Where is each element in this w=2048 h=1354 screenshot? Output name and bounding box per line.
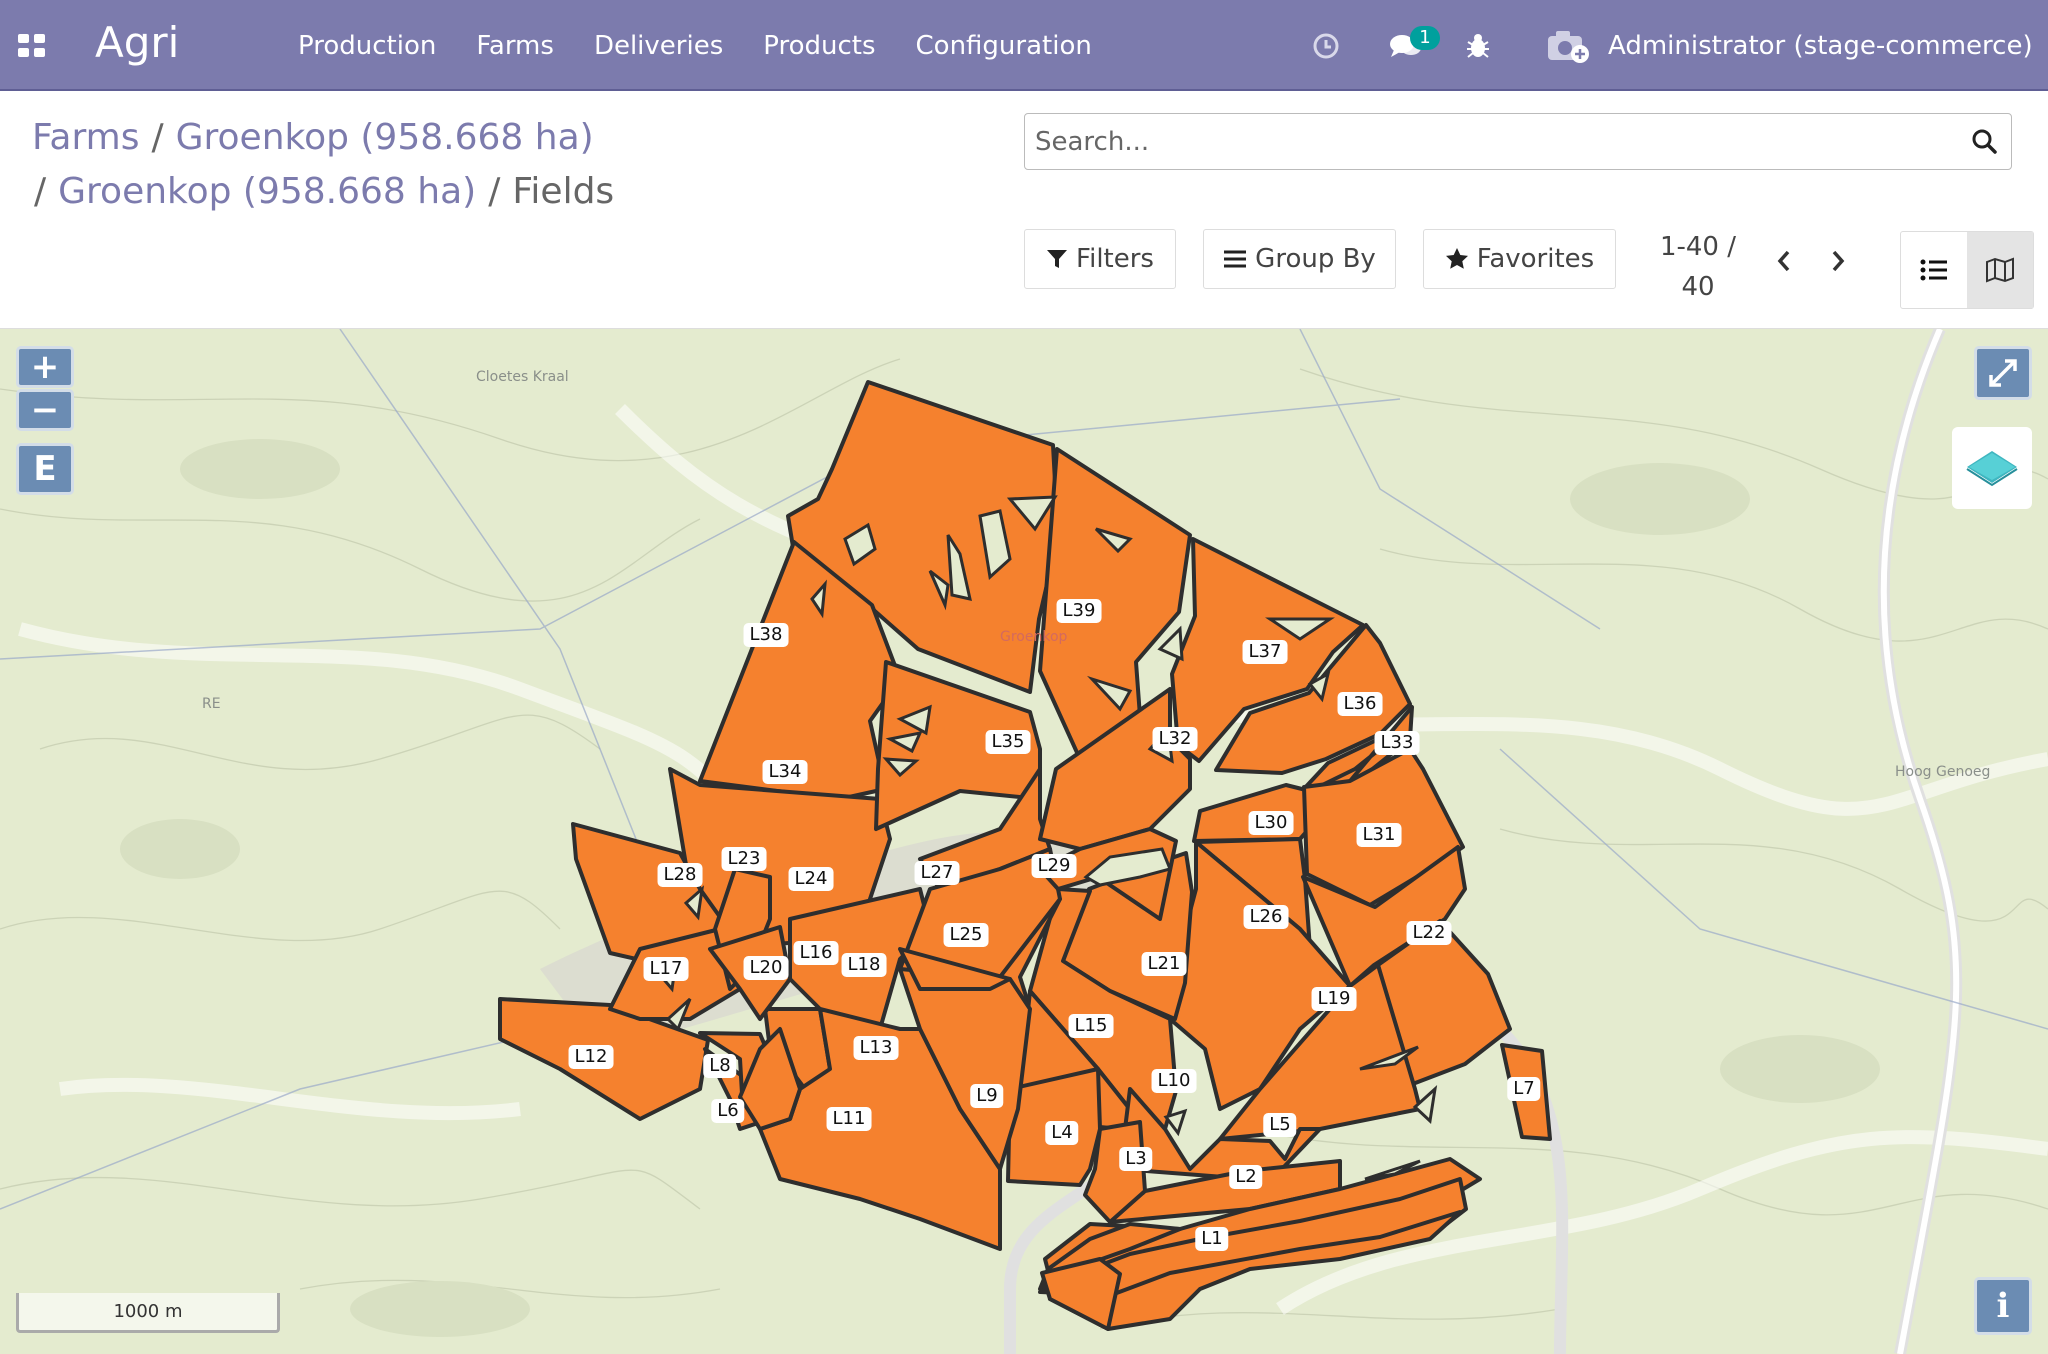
menu-deliveries[interactable]: Deliveries: [574, 26, 743, 66]
place-label-groenkop: Groenkop: [1000, 629, 1068, 645]
field-label-l35[interactable]: L35: [985, 730, 1031, 754]
layer-switcher-icon[interactable]: [1952, 427, 2032, 509]
place-label-re-2: RE: [202, 696, 221, 712]
filters-button[interactable]: Filters: [1024, 229, 1176, 289]
field-label-l27[interactable]: L27: [914, 861, 960, 885]
filter-icon: [1047, 250, 1068, 268]
zoom-in-button[interactable]: +: [16, 346, 74, 388]
menu-production[interactable]: Production: [278, 26, 456, 66]
favorites-button[interactable]: Favorites: [1423, 229, 1616, 289]
field-label-l37[interactable]: L37: [1242, 640, 1288, 664]
field-label-l19[interactable]: L19: [1311, 987, 1357, 1011]
apps-menu-icon[interactable]: [18, 34, 46, 58]
field-label-l33[interactable]: L33: [1374, 731, 1420, 755]
main-menu: Production Farms Deliveries Products Con…: [278, 26, 1112, 66]
messages-count-badge: 1: [1410, 26, 1440, 50]
view-switcher: [1900, 231, 2034, 309]
scale-label: 1000 m: [113, 1301, 183, 1322]
menu-products[interactable]: Products: [743, 26, 895, 66]
zoom-out-button[interactable]: −: [16, 389, 74, 431]
field-label-l32[interactable]: L32: [1152, 727, 1198, 751]
field-label-l22[interactable]: L22: [1406, 921, 1452, 945]
field-label-l7[interactable]: L7: [1507, 1077, 1541, 1101]
field-label-l30[interactable]: L30: [1248, 811, 1294, 835]
map-canvas[interactable]: Cloetes Kraal Hoog Genoeg RE RE Groenkop…: [0, 329, 2048, 1354]
field-label-l10[interactable]: L10: [1151, 1069, 1197, 1093]
user-name: Administrator (stage-commerce): [1608, 31, 2033, 61]
field-label-l17[interactable]: L17: [643, 957, 689, 981]
favorites-label: Favorites: [1476, 244, 1595, 274]
group-by-icon: [1224, 250, 1247, 268]
field-label-l23[interactable]: L23: [721, 847, 767, 871]
activity-clock-icon[interactable]: [1308, 28, 1344, 64]
breadcrumb-groenkop-2[interactable]: Groenkop (958.668 ha): [58, 171, 476, 212]
star-icon: [1445, 248, 1468, 269]
menu-configuration[interactable]: Configuration: [896, 26, 1112, 66]
field-label-l34[interactable]: L34: [762, 760, 808, 784]
field-label-l20[interactable]: L20: [743, 956, 789, 980]
field-label-l12[interactable]: L12: [568, 1045, 614, 1069]
field-label-l28[interactable]: L28: [657, 863, 703, 887]
group-by-label: Group By: [1255, 244, 1376, 274]
top-navbar: Agri Production Farms Deliveries Product…: [0, 0, 2048, 91]
breadcrumb-line-2: / Groenkop (958.668 ha) / Fields: [34, 169, 614, 215]
field-label-l1[interactable]: L1: [1195, 1227, 1229, 1251]
debug-bug-icon[interactable]: [1462, 28, 1494, 64]
field-label-l24[interactable]: L24: [788, 867, 834, 891]
breadcrumb: Farms / Groenkop (958.668 ha): [32, 115, 594, 161]
pager-total: 40: [1681, 272, 1715, 302]
list-view-icon[interactable]: [1901, 232, 1967, 308]
field-label-l38[interactable]: L38: [743, 623, 789, 647]
field-label-l39[interactable]: L39: [1056, 599, 1102, 623]
pager-next-icon[interactable]: [1818, 241, 1858, 281]
field-label-l25[interactable]: L25: [943, 923, 989, 947]
field-label-l29[interactable]: L29: [1031, 854, 1077, 878]
field-label-l31[interactable]: L31: [1356, 823, 1402, 847]
place-label-hoog: Hoog Genoeg: [1895, 764, 1991, 780]
field-label-l5[interactable]: L5: [1263, 1113, 1297, 1137]
field-label-l36[interactable]: L36: [1337, 692, 1383, 716]
user-menu[interactable]: Administrator (stage-commerce): [1546, 22, 2033, 70]
pager-range[interactable]: 1-40 /: [1640, 227, 1756, 267]
pager: 1-40 / 40: [1640, 227, 1756, 307]
map-info-button[interactable]: i: [1974, 1277, 2032, 1335]
breadcrumb-farms[interactable]: Farms: [32, 117, 139, 158]
field-label-l15[interactable]: L15: [1068, 1014, 1114, 1038]
field-label-l26[interactable]: L26: [1243, 905, 1289, 929]
map-edit-button[interactable]: E: [16, 443, 74, 495]
place-label-cloetes: Cloetes Kraal: [476, 369, 569, 385]
field-label-l13[interactable]: L13: [853, 1036, 899, 1060]
field-label-l9[interactable]: L9: [970, 1084, 1004, 1108]
pager-previous-icon[interactable]: [1764, 241, 1804, 281]
field-label-l18[interactable]: L18: [841, 953, 887, 977]
filters-label: Filters: [1076, 244, 1154, 274]
breadcrumb-groenkop-1[interactable]: Groenkop (958.668 ha): [176, 117, 594, 158]
field-label-l2[interactable]: L2: [1229, 1165, 1263, 1189]
field-label-l3[interactable]: L3: [1119, 1147, 1153, 1171]
field-label-l4[interactable]: L4: [1045, 1121, 1079, 1145]
breadcrumb-separator: /: [488, 171, 501, 212]
group-by-button[interactable]: Group By: [1203, 229, 1396, 289]
field-label-l11[interactable]: L11: [826, 1107, 872, 1131]
map-view-icon[interactable]: [1967, 232, 2033, 308]
search-input[interactable]: [1035, 122, 1935, 162]
messaging-icon[interactable]: 1: [1376, 26, 1440, 64]
app-brand[interactable]: Agri: [95, 18, 179, 68]
map-basemap: [0, 329, 2048, 1354]
breadcrumb-separator: /: [151, 117, 164, 158]
menu-farms[interactable]: Farms: [456, 26, 574, 66]
breadcrumb-current: Fields: [512, 171, 615, 212]
scale-bar: 1000 m: [16, 1293, 280, 1333]
field-label-l6[interactable]: L6: [711, 1099, 745, 1123]
search-icon[interactable]: [1971, 128, 1997, 158]
field-label-l16[interactable]: L16: [793, 941, 839, 965]
breadcrumb-separator: /: [34, 171, 47, 212]
field-label-l21[interactable]: L21: [1141, 952, 1187, 976]
control-panel: Farms / Groenkop (958.668 ha) / Groenkop (9…: [0, 91, 2048, 329]
field-label-l8[interactable]: L8: [703, 1054, 737, 1078]
fullscreen-icon[interactable]: [1974, 346, 2032, 400]
search-box: [1024, 113, 2012, 170]
user-avatar-icon: [1548, 31, 1589, 63]
